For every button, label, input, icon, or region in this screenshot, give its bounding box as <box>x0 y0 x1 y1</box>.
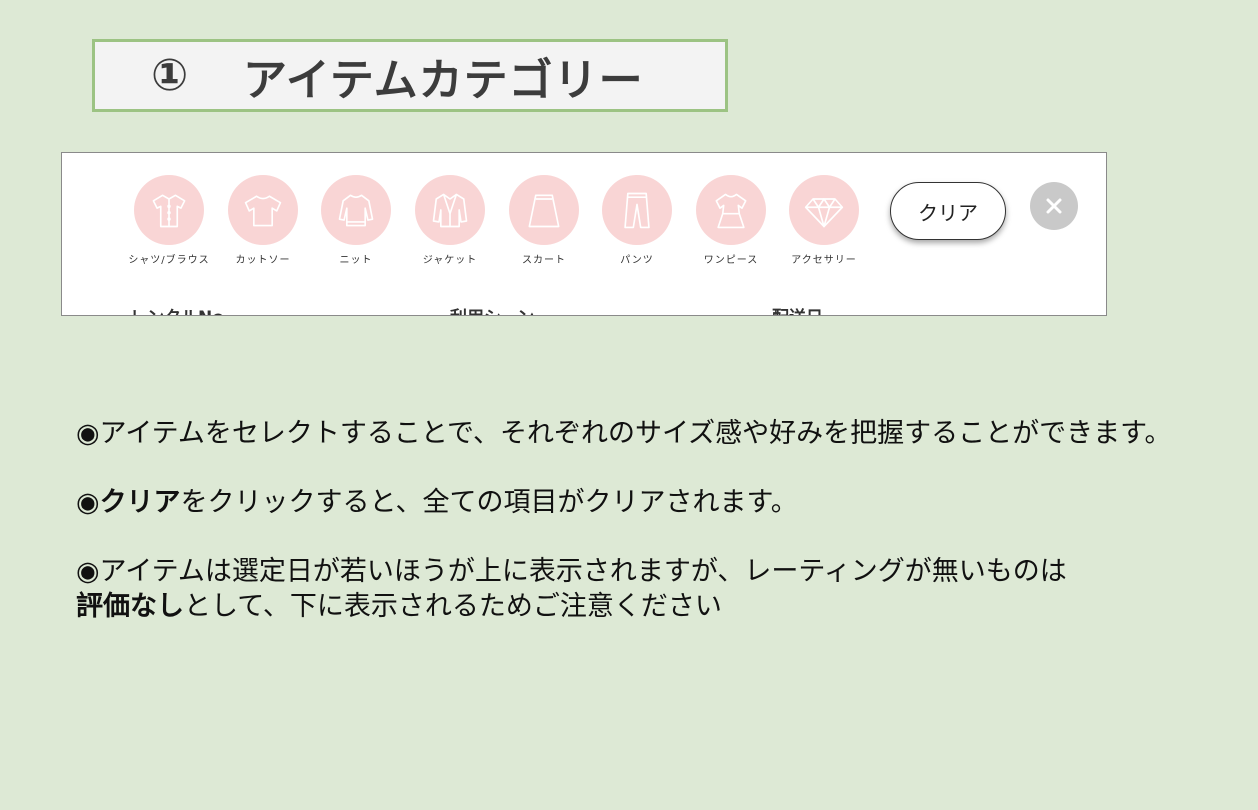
note-select-items: ◉アイテムをセレクトすることで、それぞれのサイズ感や好みを把握することができます… <box>76 418 1172 449</box>
section-title: アイテムカテゴリー <box>243 54 644 106</box>
tshirt-icon <box>244 195 282 227</box>
jacket-icon <box>432 193 468 228</box>
note-clear-button: ◉クリアをクリックすると、全ての項目がクリアされます。 <box>76 487 798 518</box>
category-cut-and-sewn[interactable]: カットソー <box>216 175 310 266</box>
category-label: シャツ/ブラウス <box>128 255 210 266</box>
category-shirt-blouse[interactable]: シャツ/ブラウス <box>122 175 216 266</box>
category-label: ジャケット <box>422 255 478 266</box>
close-button[interactable] <box>1030 182 1078 230</box>
diamond-icon <box>804 198 844 228</box>
category-label: パンツ <box>620 255 654 266</box>
column-header-usage-scene: 利用シーン <box>450 303 534 315</box>
category-skirt[interactable]: スカート <box>497 175 591 266</box>
clear-button[interactable]: クリア <box>890 182 1006 240</box>
category-label: ワンピース <box>703 255 759 266</box>
category-label: ニット <box>339 255 373 266</box>
knit-icon <box>338 194 374 227</box>
skirt-icon <box>528 194 560 228</box>
note-sort-order: ◉アイテムは選定日が若いほうが上に表示されますが、レーティングが無いものは 評価な… <box>76 556 1067 622</box>
category-label: カットソー <box>235 255 291 266</box>
instruction-notes: ◉アイテムをセレクトすることで、それぞれのサイズ感や好みを把握することができます… <box>76 416 1176 658</box>
category-accessory[interactable]: アクセサリー <box>777 175 871 266</box>
category-knit[interactable]: ニット <box>309 175 403 266</box>
shirt-icon <box>152 194 186 228</box>
section-number: ① <box>151 50 189 101</box>
category-jacket[interactable]: ジャケット <box>403 175 497 266</box>
category-label: スカート <box>522 255 566 266</box>
category-filter-panel: シャツ/ブラウス カットソー ニット ジャケット スカート パンツ ワンピース … <box>61 152 1107 316</box>
pants-icon <box>624 192 650 229</box>
category-label: アクセサリー <box>791 255 857 266</box>
category-one-piece[interactable]: ワンピース <box>684 175 778 266</box>
dress-icon <box>715 193 747 229</box>
column-header-delivery-date: 配送日 <box>772 303 823 315</box>
category-pants[interactable]: パンツ <box>590 175 684 266</box>
column-header-rental-no: レンタルNo <box>130 303 224 315</box>
close-icon <box>1046 198 1062 214</box>
section-title-box: ① アイテムカテゴリー <box>92 39 728 112</box>
